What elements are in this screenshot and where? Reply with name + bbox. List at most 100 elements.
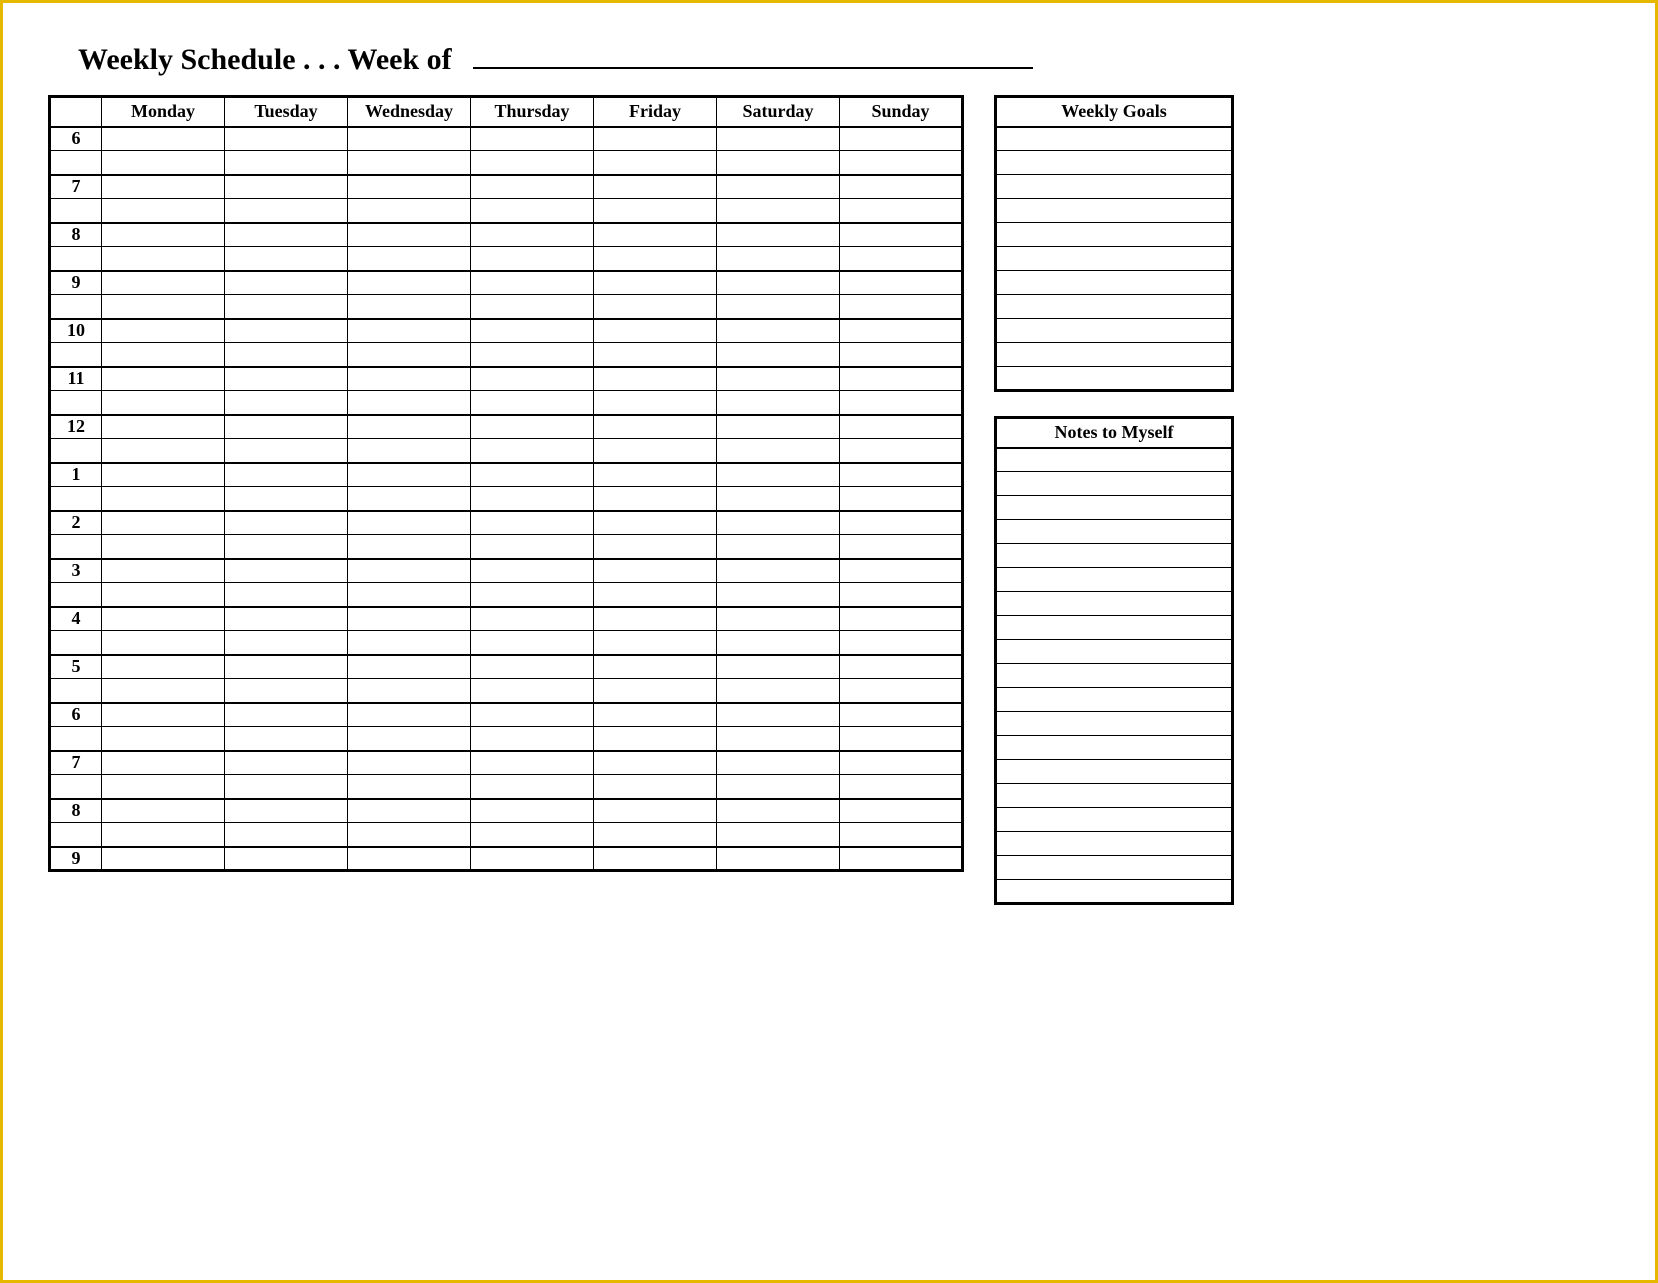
schedule-cell[interactable] <box>717 127 840 151</box>
schedule-cell[interactable] <box>594 703 717 727</box>
schedule-cell[interactable] <box>348 199 471 223</box>
goals-line[interactable] <box>996 319 1233 343</box>
goals-line[interactable] <box>996 247 1233 271</box>
schedule-cell[interactable] <box>225 847 348 871</box>
schedule-cell[interactable] <box>594 271 717 295</box>
schedule-cell[interactable] <box>348 463 471 487</box>
schedule-cell[interactable] <box>840 487 963 511</box>
schedule-cell[interactable] <box>348 631 471 655</box>
schedule-cell[interactable] <box>717 511 840 535</box>
schedule-cell[interactable] <box>717 751 840 775</box>
schedule-cell[interactable] <box>471 823 594 847</box>
schedule-cell[interactable] <box>348 175 471 199</box>
schedule-cell[interactable] <box>471 727 594 751</box>
schedule-cell[interactable] <box>840 271 963 295</box>
schedule-cell[interactable] <box>102 175 225 199</box>
schedule-cell[interactable] <box>102 319 225 343</box>
schedule-cell[interactable] <box>102 415 225 439</box>
schedule-cell[interactable] <box>471 199 594 223</box>
schedule-cell[interactable] <box>225 775 348 799</box>
schedule-cell[interactable] <box>102 775 225 799</box>
schedule-cell[interactable] <box>840 511 963 535</box>
schedule-cell[interactable] <box>717 799 840 823</box>
schedule-cell[interactable] <box>471 247 594 271</box>
schedule-cell[interactable] <box>102 847 225 871</box>
schedule-cell[interactable] <box>471 175 594 199</box>
schedule-cell[interactable] <box>840 463 963 487</box>
notes-line[interactable] <box>996 712 1233 736</box>
schedule-cell[interactable] <box>471 631 594 655</box>
schedule-cell[interactable] <box>102 535 225 559</box>
schedule-cell[interactable] <box>348 439 471 463</box>
schedule-cell[interactable] <box>225 559 348 583</box>
schedule-cell[interactable] <box>840 367 963 391</box>
notes-line[interactable] <box>996 640 1233 664</box>
schedule-cell[interactable] <box>594 559 717 583</box>
schedule-cell[interactable] <box>717 343 840 367</box>
schedule-cell[interactable] <box>594 847 717 871</box>
goals-line[interactable] <box>996 295 1233 319</box>
schedule-cell[interactable] <box>225 631 348 655</box>
schedule-cell[interactable] <box>471 127 594 151</box>
schedule-cell[interactable] <box>225 751 348 775</box>
schedule-cell[interactable] <box>594 415 717 439</box>
schedule-cell[interactable] <box>471 511 594 535</box>
schedule-cell[interactable] <box>348 775 471 799</box>
schedule-cell[interactable] <box>348 367 471 391</box>
notes-line[interactable] <box>996 616 1233 640</box>
schedule-cell[interactable] <box>102 271 225 295</box>
schedule-cell[interactable] <box>225 319 348 343</box>
notes-line[interactable] <box>996 808 1233 832</box>
schedule-cell[interactable] <box>471 703 594 727</box>
schedule-cell[interactable] <box>348 151 471 175</box>
schedule-cell[interactable] <box>717 223 840 247</box>
schedule-cell[interactable] <box>594 727 717 751</box>
notes-line[interactable] <box>996 856 1233 880</box>
schedule-cell[interactable] <box>840 319 963 343</box>
schedule-cell[interactable] <box>471 799 594 823</box>
schedule-cell[interactable] <box>594 151 717 175</box>
schedule-cell[interactable] <box>471 343 594 367</box>
schedule-cell[interactable] <box>225 487 348 511</box>
schedule-cell[interactable] <box>225 607 348 631</box>
schedule-cell[interactable] <box>594 823 717 847</box>
schedule-cell[interactable] <box>717 415 840 439</box>
schedule-cell[interactable] <box>594 799 717 823</box>
schedule-cell[interactable] <box>594 535 717 559</box>
schedule-cell[interactable] <box>471 583 594 607</box>
notes-line[interactable] <box>996 832 1233 856</box>
schedule-cell[interactable] <box>102 631 225 655</box>
schedule-cell[interactable] <box>717 391 840 415</box>
schedule-cell[interactable] <box>348 799 471 823</box>
schedule-cell[interactable] <box>594 199 717 223</box>
schedule-cell[interactable] <box>348 271 471 295</box>
schedule-cell[interactable] <box>102 223 225 247</box>
schedule-cell[interactable] <box>840 199 963 223</box>
schedule-cell[interactable] <box>471 151 594 175</box>
schedule-cell[interactable] <box>594 775 717 799</box>
schedule-cell[interactable] <box>594 223 717 247</box>
schedule-cell[interactable] <box>348 295 471 319</box>
goals-line[interactable] <box>996 343 1233 367</box>
schedule-cell[interactable] <box>348 415 471 439</box>
schedule-cell[interactable] <box>225 415 348 439</box>
schedule-cell[interactable] <box>225 247 348 271</box>
schedule-cell[interactable] <box>717 775 840 799</box>
schedule-cell[interactable] <box>102 367 225 391</box>
schedule-cell[interactable] <box>348 751 471 775</box>
schedule-cell[interactable] <box>594 127 717 151</box>
notes-line[interactable] <box>996 472 1233 496</box>
schedule-cell[interactable] <box>348 487 471 511</box>
schedule-cell[interactable] <box>840 727 963 751</box>
notes-line[interactable] <box>996 544 1233 568</box>
schedule-cell[interactable] <box>102 607 225 631</box>
schedule-cell[interactable] <box>717 631 840 655</box>
schedule-cell[interactable] <box>348 655 471 679</box>
schedule-cell[interactable] <box>225 271 348 295</box>
schedule-cell[interactable] <box>717 319 840 343</box>
schedule-cell[interactable] <box>348 511 471 535</box>
schedule-cell[interactable] <box>594 631 717 655</box>
schedule-cell[interactable] <box>471 535 594 559</box>
schedule-cell[interactable] <box>471 463 594 487</box>
schedule-cell[interactable] <box>594 655 717 679</box>
